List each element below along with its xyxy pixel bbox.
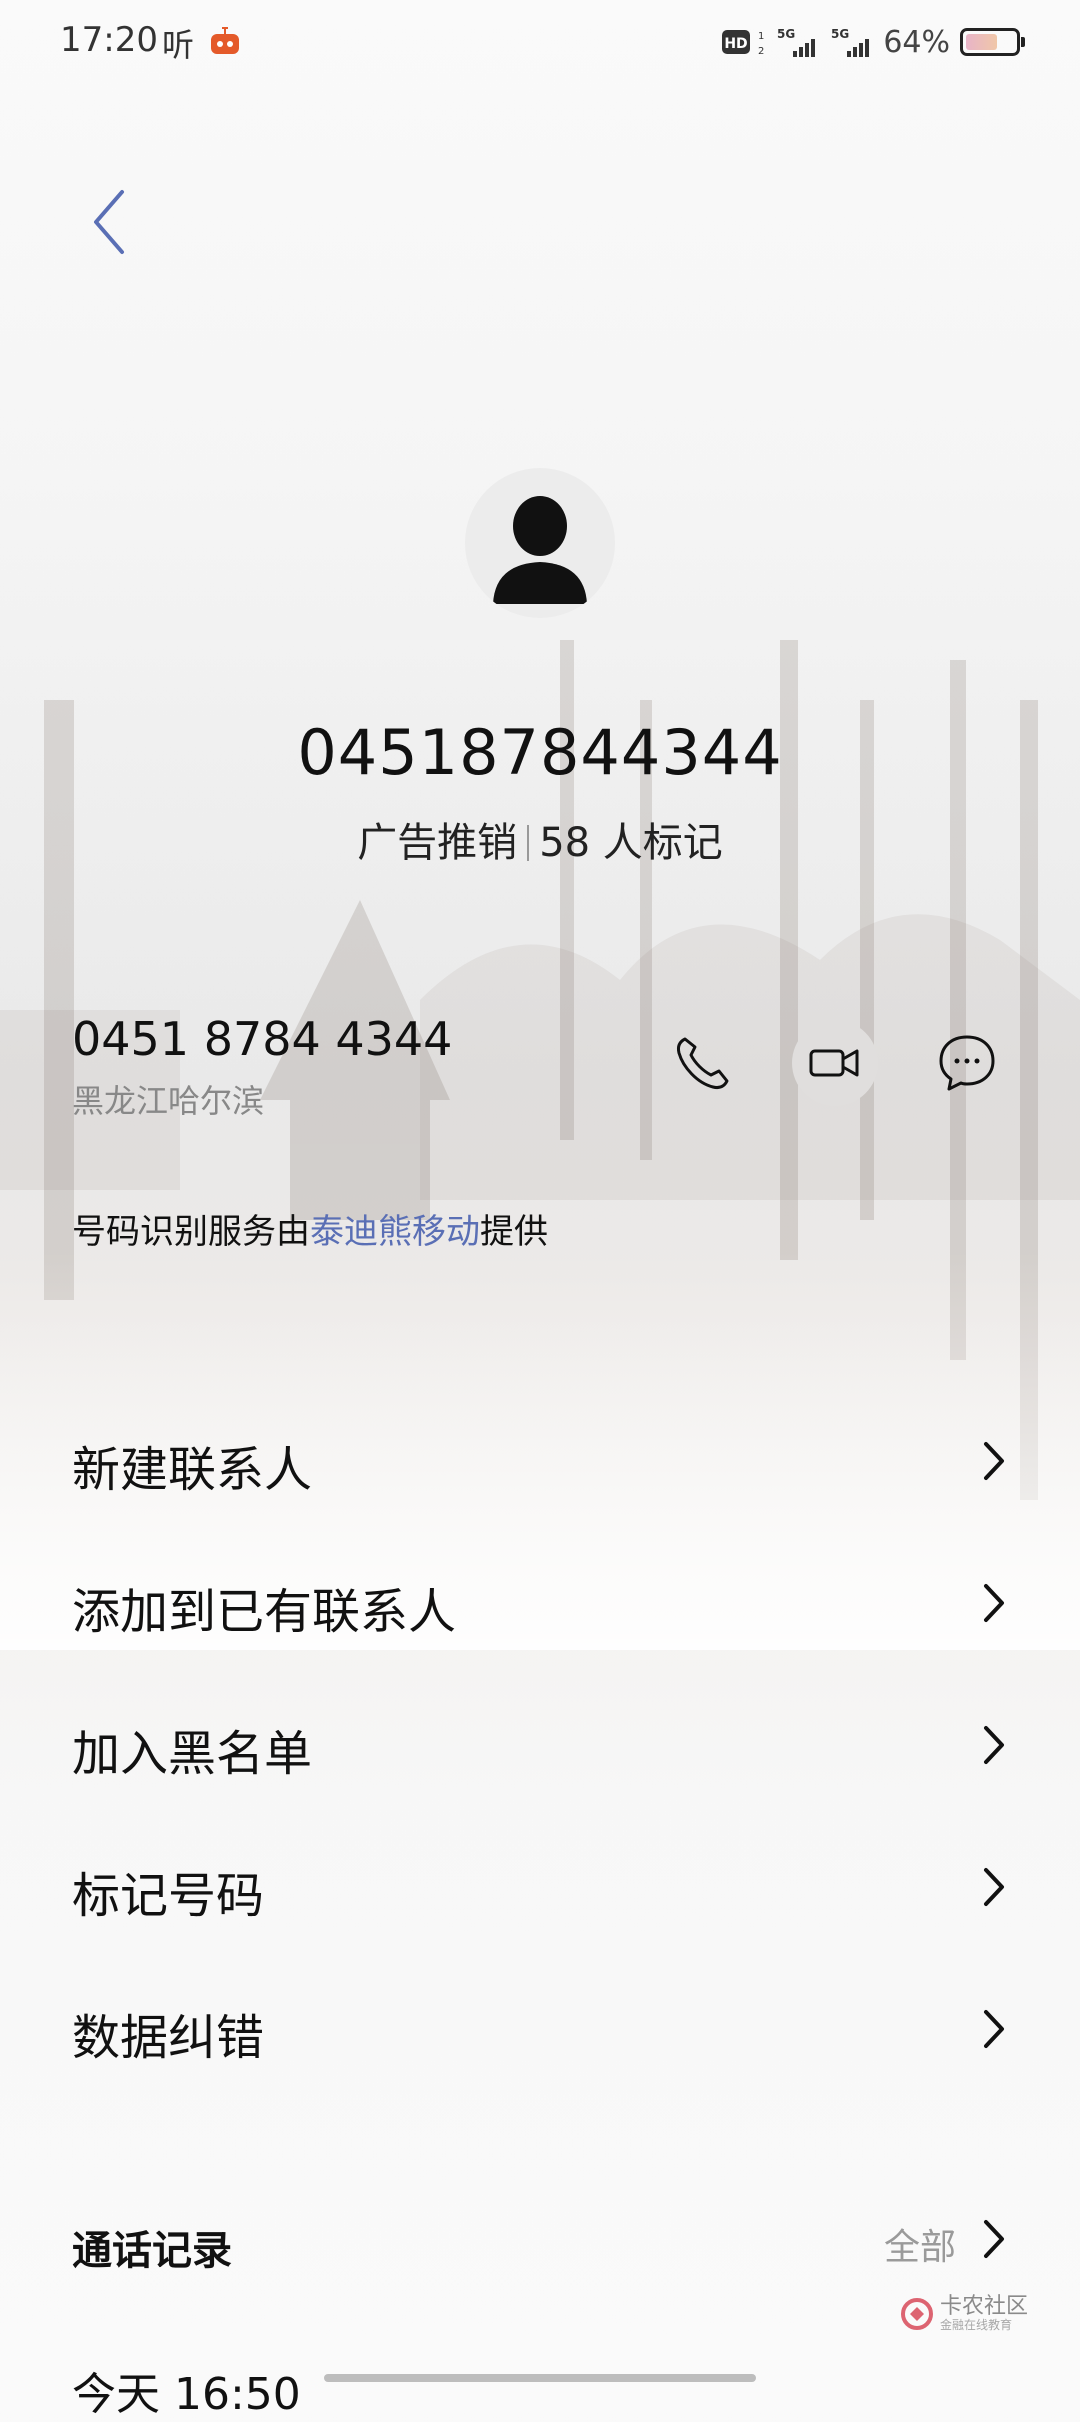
call-button[interactable]: [660, 1020, 746, 1106]
person-icon: [493, 496, 587, 604]
menu-item-mark-number[interactable]: 标记号码: [0, 1816, 1080, 1956]
status-time: 17:20: [60, 20, 158, 60]
watermark-logo: 卡农社区 金融在线教育: [900, 2296, 1028, 2332]
menu-item-blacklist[interactable]: 加入黑名单: [0, 1674, 1080, 1814]
menu-label-new-contact: 新建联系人: [72, 1442, 313, 1498]
mark-count: 58 人标记: [539, 820, 723, 866]
back-button[interactable]: [80, 180, 140, 260]
chevron-right-icon[interactable]: [980, 2216, 1008, 2262]
battery-level-fill: [966, 34, 997, 50]
menu-item-data-correction[interactable]: 数据纠错: [0, 1958, 1080, 2098]
video-call-icon: [809, 1049, 859, 1077]
hd-label: HD: [725, 36, 748, 52]
hd-voice-icon: HD 1 2: [722, 30, 765, 57]
phone-location: 黑龙江哈尔滨: [72, 1082, 265, 1120]
svg-text:1: 1: [758, 31, 764, 42]
menu-item-new-contact[interactable]: 新建联系人: [0, 1390, 1080, 1530]
watermark-icon: [901, 2298, 933, 2330]
video-call-button[interactable]: [792, 1020, 878, 1106]
chevron-right-icon: [984, 1584, 1004, 1622]
svg-text:2: 2: [758, 46, 764, 57]
menu-label-blacklist: 加入黑名单: [72, 1726, 313, 1782]
battery-percent: 64%: [883, 24, 950, 60]
status-bar: 17:20 听 HD 1 2 5G 5G 64%: [0, 0, 1080, 84]
network-label-1: 5G: [777, 27, 795, 41]
watermark-name: 卡农社区: [940, 2294, 1029, 2319]
menu-label-add-to-existing: 添加到已有联系人: [72, 1584, 457, 1640]
status-listen-indicator: 听: [162, 26, 195, 64]
chevron-right-icon: [984, 1868, 1004, 1906]
call-log-all-link[interactable]: 全部: [884, 2218, 956, 2270]
caller-tag-line: 广告推销 58 人标记: [0, 810, 1080, 868]
menu-item-add-to-existing[interactable]: 添加到已有联系人: [0, 1532, 1080, 1672]
provider-link[interactable]: 泰迪熊移动: [310, 1212, 480, 1252]
spam-tag: 广告推销: [357, 820, 518, 866]
call-log-row[interactable]: 今天 16:50: [72, 2358, 301, 2422]
chevron-right-icon: [984, 1726, 1004, 1764]
tag-separator: [527, 825, 530, 861]
menu-label-mark-number: 标记号码: [72, 1868, 265, 1924]
battery-icon: [960, 28, 1025, 56]
message-button[interactable]: [924, 1020, 1010, 1106]
status-right-group: HD 1 2 5G 5G 64%: [721, 22, 1025, 62]
signal-5g-icon: 5G: [777, 27, 816, 57]
provider-prefix: 号码识别服务由: [72, 1212, 310, 1252]
call-log-title: 通话记录: [72, 2228, 232, 2274]
phone-number-formatted[interactable]: 0451 8784 4344: [72, 1012, 452, 1066]
provider-suffix: 提供: [480, 1212, 548, 1252]
menu-label-data-correction: 数据纠错: [72, 2010, 265, 2066]
phone-icon: [677, 1037, 729, 1089]
message-icon: [939, 1035, 995, 1091]
call-log-header: 通话记录 全部: [0, 2200, 1080, 2280]
chevron-right-icon: [984, 1442, 1004, 1480]
provider-info: 号码识别服务由泰迪熊移动提供: [72, 1204, 548, 1253]
home-indicator[interactable]: [324, 2374, 756, 2382]
network-label-2: 5G: [831, 27, 849, 41]
watermark-sub: 金融在线教育: [940, 2318, 1013, 2332]
app-notification-icon: [211, 27, 239, 54]
chevron-right-icon: [984, 2010, 1004, 2048]
caller-number-title: 045187844344: [297, 716, 783, 789]
contact-avatar: [465, 468, 615, 618]
chevron-left-icon: [94, 190, 124, 254]
signal-5g-icon-2: 5G: [831, 27, 870, 57]
